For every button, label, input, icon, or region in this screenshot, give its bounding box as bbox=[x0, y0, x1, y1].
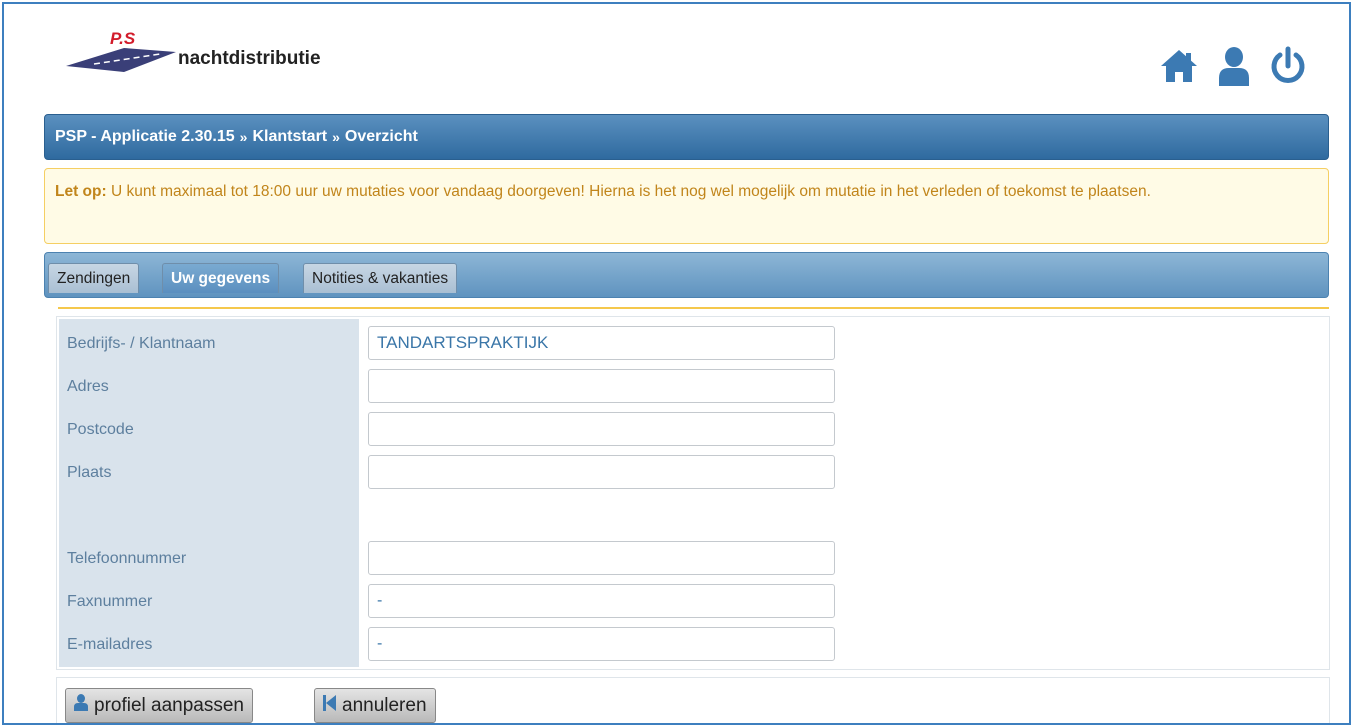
fax-label: Faxnummer bbox=[67, 593, 153, 610]
company-name-field[interactable] bbox=[368, 326, 835, 360]
breadcrumb-separator: » bbox=[239, 129, 248, 145]
label-column bbox=[59, 319, 359, 667]
profile-form: Bedrijfs- / Klantnaam Adres Postcode Pla… bbox=[56, 316, 1330, 670]
address-label: Adres bbox=[67, 378, 109, 395]
address-field[interactable] bbox=[368, 369, 835, 403]
tab-divider bbox=[58, 307, 1329, 309]
step-backward-icon bbox=[323, 694, 336, 717]
postcode-label: Postcode bbox=[67, 421, 134, 438]
user-icon[interactable] bbox=[1217, 46, 1251, 91]
warning-message: U kunt maximaal tot 18:00 uur uw mutatie… bbox=[110, 183, 1151, 200]
warning-prefix: Let op: bbox=[55, 183, 107, 200]
header-actions bbox=[1159, 46, 1307, 90]
cancel-label: annuleren bbox=[342, 694, 427, 716]
logo-text: nachtdistributie bbox=[178, 48, 321, 69]
power-icon[interactable] bbox=[1269, 46, 1307, 91]
city-label: Plaats bbox=[67, 464, 112, 481]
form-actions: profiel aanpassen annuleren bbox=[56, 677, 1330, 723]
tab-zendingen[interactable]: Zendingen bbox=[48, 263, 140, 293]
email-field[interactable] bbox=[368, 627, 835, 661]
svg-text:P.S: P.S bbox=[110, 29, 136, 48]
email-label: E-mailadres bbox=[67, 636, 153, 653]
app-window: P.S nachtdistributie PSP - Applicatie 2.… bbox=[2, 2, 1351, 725]
breadcrumb-separator: » bbox=[332, 129, 340, 145]
breadcrumb: PSP - Applicatie 2.30.15 » Klantstart » … bbox=[44, 114, 1329, 160]
fax-field[interactable] bbox=[368, 584, 835, 618]
phone-label: Telefoonnummer bbox=[67, 550, 187, 567]
warning-alert: Let op: U kunt maximaal tot 18:00 uur uw… bbox=[44, 168, 1329, 244]
logo-road-graphic: P.S bbox=[66, 29, 176, 72]
edit-profile-button[interactable]: profiel aanpassen bbox=[65, 688, 253, 723]
tab-uw-gegevens[interactable]: Uw gegevens bbox=[162, 263, 280, 293]
company-name-label: Bedrijfs- / Klantnaam bbox=[67, 335, 216, 352]
user-icon bbox=[74, 694, 88, 717]
company-logo[interactable]: P.S nachtdistributie bbox=[64, 26, 384, 76]
breadcrumb-item-overzicht: Overzicht bbox=[344, 128, 418, 145]
breadcrumb-item-klantstart[interactable]: Klantstart bbox=[252, 128, 327, 146]
tab-notities-vakanties[interactable]: Notities & vakanties bbox=[303, 263, 458, 293]
tabs-bar: Zendingen Uw gegevens Notities & vakanti… bbox=[44, 252, 1329, 298]
breadcrumb-item-app[interactable]: PSP - Applicatie 2.30.15 bbox=[55, 128, 235, 146]
edit-profile-label: profiel aanpassen bbox=[94, 694, 244, 716]
cancel-button[interactable]: annuleren bbox=[314, 688, 436, 723]
postcode-field[interactable] bbox=[368, 412, 835, 446]
city-field[interactable] bbox=[368, 455, 835, 489]
home-icon[interactable] bbox=[1159, 48, 1199, 89]
phone-field[interactable] bbox=[368, 541, 835, 575]
